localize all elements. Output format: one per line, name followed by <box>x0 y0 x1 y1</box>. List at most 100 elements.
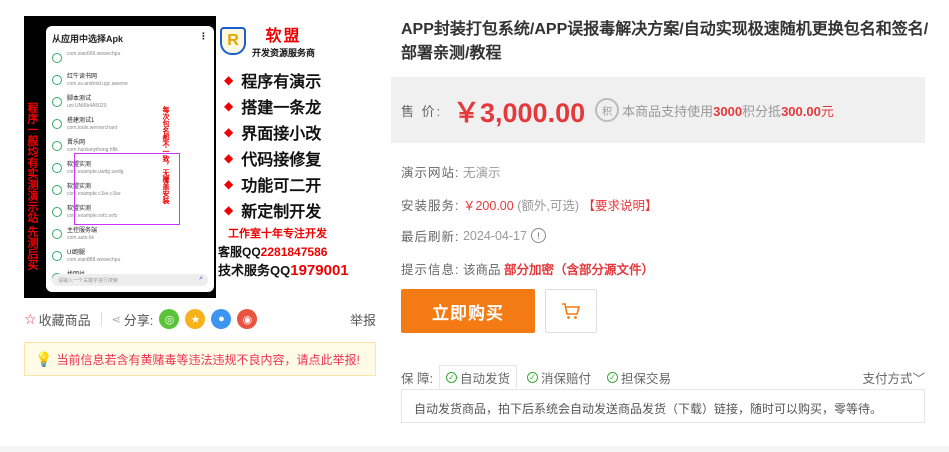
app-icon <box>52 185 62 195</box>
tip-value: 部分加密（含部分源文件） <box>503 263 654 277</box>
check-icon: ✓ <box>606 371 618 383</box>
app-list-item: UI跑腿 com.xian888.wewechpu <box>46 247 214 269</box>
qzone-icon[interactable]: ★ <box>185 309 206 329</box>
app-name: 主控服务端 <box>67 228 98 234</box>
diamond-icon: ◆ <box>224 125 234 139</box>
wechat-icon[interactable]: ◎ <box>159 309 180 329</box>
check-icon: ✓ <box>445 371 457 383</box>
install-requirements-link[interactable]: 【要求说明】 <box>582 195 657 214</box>
star-icon[interactable]: ☆ <box>24 311 37 328</box>
qq-icon[interactable]: ● <box>211 309 232 329</box>
phone-search: 请输入一个关键字进行搜索 ⌕ <box>52 274 208 286</box>
app-icon <box>52 97 62 107</box>
diamond-icon: ◆ <box>224 99 234 113</box>
share-icon: ⋖ <box>111 313 121 326</box>
divider <box>0 446 949 452</box>
app-list-item: com.xian666.wewechpu <box>46 49 214 71</box>
guarantee-row: 保 障: ✓ 自动发货 ✓ 消保赔付 ✓ 担保交易 支付方式﹀ <box>401 365 925 389</box>
search-icon: ⌕ <box>199 275 203 282</box>
tip-row: 提示信息: 该商品 部分加密（含部分源文件） <box>401 259 654 278</box>
brand-logo: R 软盟 开发资源服务商 <box>216 16 374 59</box>
app-name: 搭建测试1 <box>67 118 95 124</box>
buy-now-button[interactable]: 立即购买 <box>401 289 535 333</box>
studio-text: 工作室十年专注开发 <box>228 228 327 240</box>
warning-text: 当前信息若含有黄赌毒等违法违规不良内容，请点此举报! <box>56 352 360 367</box>
brand-name: 软盟 <box>265 28 302 45</box>
install-price: ￥200.00 <box>462 199 514 213</box>
phone-search-text: 请输入一个关键字进行搜索 <box>58 278 119 284</box>
cart-icon <box>562 303 581 319</box>
app-list-item: 主控服务端 com.auto.kk <box>46 225 214 247</box>
right-vertical-text: 每次包名都不一致，无覆盖安装 <box>162 106 169 204</box>
points-icon: 积 <box>595 98 620 122</box>
divider <box>100 312 102 326</box>
points-text: 本商品支持使用3000积分抵300.00元 <box>622 103 834 119</box>
tab-auto-delivery[interactable]: ✓ 自动发货 <box>438 365 517 389</box>
tab-escrow[interactable]: ✓ 担保交易 <box>601 365 677 389</box>
brand-sub: 开发资源服务商 <box>252 48 316 58</box>
guarantee-description: 自动发货商品，拍下后系统会自动发送商品发货（下载）链接，随时可以购买，零等待。 <box>401 389 925 423</box>
left-vertical-text: 程序一般均有实测演示站 先测后买 <box>26 102 38 271</box>
app-package: com.xian888.wewechpu <box>67 257 121 263</box>
check-icon: ✓ <box>526 371 538 383</box>
share-label: 分享: <box>123 312 154 328</box>
more-icon: ⋮ <box>199 31 208 41</box>
promo-item: ◆ 程序有演示 <box>224 73 322 91</box>
promo-panel: R 软盟 开发资源服务商 ◆ 程序有演示 ◆ 搭建一条龙 ◆ 界面接小改 ◆ 代码接修复 ◆ 功能… <box>216 16 374 298</box>
product-page: 从应用中选择Apk ⋮ com.xian666.wewechpu 红牛读书网 com… <box>0 0 949 452</box>
demo-row: 演示网站: 无演示 <box>401 162 500 181</box>
price-value: ￥3,000.00 <box>453 97 586 128</box>
chevron-down-icon: ﹀ <box>912 371 925 386</box>
app-icon <box>52 229 62 239</box>
diamond-icon: ◆ <box>224 151 234 165</box>
app-package: uni.UNI6b4A5020 <box>67 103 107 109</box>
price-label: 售 价: <box>401 103 443 119</box>
phone-title-text: 从应用中选择Apk <box>52 34 124 44</box>
app-name: UI跑腿 <box>67 250 86 256</box>
app-list-item: 脚本测试 uni.UNI6b4A5020 <box>46 93 214 115</box>
product-image[interactable]: 从应用中选择Apk ⋮ com.xian666.wewechpu 红牛读书网 com… <box>24 16 374 298</box>
tab-consumer-protection[interactable]: ✓ 消保赔付 <box>521 365 597 389</box>
weibo-icon[interactable]: ◉ <box>237 309 258 329</box>
warning-box[interactable]: 💡 当前信息若含有黄赌毒等违法违规不良内容，请点此举报! <box>24 342 376 376</box>
diamond-icon: ◆ <box>224 73 234 87</box>
app-icon <box>52 53 62 63</box>
promo-item: ◆ 功能可二开 <box>224 177 322 195</box>
shield-logo-icon: R <box>220 26 246 55</box>
payment-method-dropdown[interactable]: 支付方式﹀ <box>862 368 925 387</box>
app-icon <box>52 163 62 173</box>
favorite-link[interactable]: 收藏商品 <box>39 310 91 329</box>
install-note: (额外,可选) <box>517 199 579 213</box>
product-title: APP封装打包系统/APP误报毒解决方案/自动实现极速随机更换包名和签名/部署亲… <box>401 21 929 62</box>
app-icon <box>52 251 62 261</box>
app-list-item: 红牛读书网 com.ss.android.ugc.aweme <box>46 71 214 93</box>
app-icon <box>52 119 62 129</box>
app-icon <box>52 141 62 151</box>
promo-item: ◆ 代码接修复 <box>224 151 322 169</box>
add-to-cart-button[interactable] <box>545 289 597 333</box>
promo-item: ◆ 新定制开发 <box>224 203 322 221</box>
image-actions: ☆ 收藏商品 ⋖ 分享: ◎ ★ ● ◉ 举报 <box>24 308 376 330</box>
app-package: com.xian666.wewechpu <box>67 51 121 57</box>
kefu-qq: 客服QQ2281847586 <box>218 245 328 259</box>
app-icon <box>52 75 62 85</box>
app-name: 红牛读书网 <box>67 74 98 80</box>
price-box: 售 价: ￥3,000.00 积 本商品支持使用3000积分抵300.00元 <box>391 77 925 143</box>
clock-icon[interactable]: ! <box>530 228 546 243</box>
diamond-icon: ◆ <box>224 177 234 191</box>
phone-screenshot: 从应用中选择Apk ⋮ com.xian666.wewechpu 红牛读书网 com… <box>46 26 214 292</box>
app-package: com.ss.android.ugc.aweme <box>67 81 128 87</box>
refresh-value: 2024-04-17 <box>462 228 527 243</box>
demo-value: 无演示 <box>462 166 501 180</box>
app-name: 脚本测试 <box>67 96 92 102</box>
install-row: 安装服务: ￥200.00 (额外,可选) 【要求说明】 <box>401 195 658 214</box>
promo-item: ◆ 搭建一条龙 <box>224 99 322 117</box>
promo-list: ◆ 程序有演示 ◆ 搭建一条龙 ◆ 界面接小改 ◆ 代码接修复 ◆ 功能可二开 ◆ 新定制开发 <box>216 59 374 223</box>
report-link[interactable]: 举报 <box>350 310 376 329</box>
app-list-item: 搭建测试1 com.tools.wemerchant <box>46 115 214 137</box>
guarantee-label: 保 障: <box>401 371 433 386</box>
phone-title: 从应用中选择Apk ⋮ <box>46 26 214 49</box>
app-package: com.tools.wemerchant <box>67 125 118 131</box>
app-name: 晋乐网 <box>67 140 86 146</box>
jishu-qq: 技术服务QQ1979001 <box>218 262 349 279</box>
